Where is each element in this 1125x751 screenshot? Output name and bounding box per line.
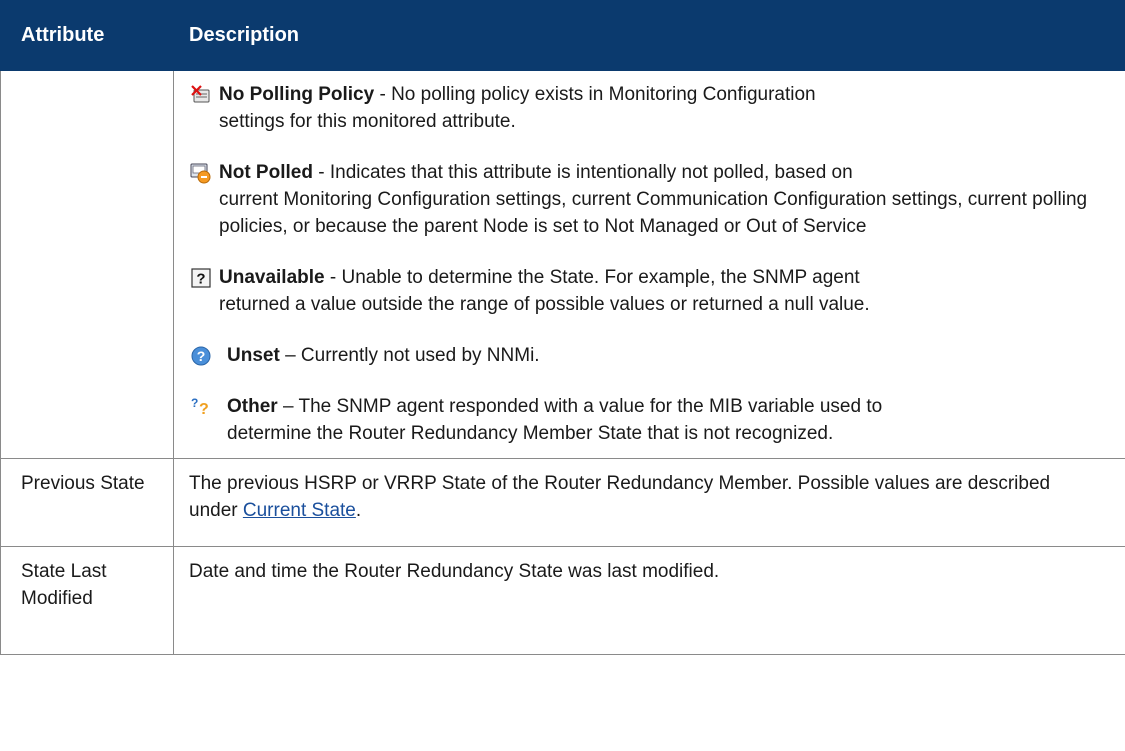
attribute-state-last-modified: State Last Modified — [0, 546, 174, 655]
state-text: Unset – Currently not used by NNMi. — [227, 342, 1097, 369]
table-row-previous-state: Previous State The previous HSRP or VRRP… — [0, 458, 1125, 547]
state-name: Other — [227, 396, 278, 417]
state-item-unavailable: ? Unavailable - Unable to determine the … — [189, 264, 1097, 318]
state-description: The SNMP agent responded with a value fo… — [298, 396, 883, 417]
state-description-continued: current Monitoring Configuration setting… — [219, 189, 1088, 237]
state-item-not-polled: Not Polled - Indicates that this attribu… — [189, 159, 1097, 240]
state-name: Unset — [227, 345, 280, 366]
state-name: Not Polled — [219, 162, 313, 183]
state-description-continued: settings for this monitored attribute. — [219, 111, 516, 132]
description-previous-state: The previous HSRP or VRRP State of the R… — [173, 458, 1125, 547]
header-description: Description — [173, 0, 1125, 71]
not-polled-icon — [189, 161, 213, 185]
description-state-last-modified: Date and time the Router Redundancy Stat… — [173, 546, 1125, 655]
current-state-link[interactable]: Current State — [243, 500, 356, 521]
state-separator: - — [312, 162, 330, 183]
state-name: Unavailable — [219, 267, 325, 288]
state-item-unset: ? Unset – Currently not used by NNMi. — [189, 342, 1097, 369]
state-separator: – — [279, 345, 301, 366]
table-row-state-last-modified: State Last Modified Date and time the Ro… — [0, 546, 1125, 655]
state-values-cell: No Polling Policy - No polling policy ex… — [173, 70, 1125, 459]
state-item-other: ? ? Other – The SNMP agent responded wit… — [189, 393, 1097, 447]
state-text: Unavailable - Unable to determine the St… — [219, 264, 1097, 318]
other-icon: ? ? — [189, 395, 213, 419]
attribute-previous-state: Previous State — [0, 458, 174, 547]
svg-text:?: ? — [199, 401, 209, 417]
state-description-continued: returned a value outside the range of po… — [219, 294, 870, 315]
state-description: Currently not used by NNMi. — [300, 345, 540, 366]
svg-text:?: ? — [197, 348, 206, 364]
state-description: Indicates that this attribute is intenti… — [329, 162, 853, 183]
state-text: Other – The SNMP agent responded with a … — [227, 393, 1097, 447]
description-suffix: . — [355, 500, 362, 521]
state-separator: - — [374, 84, 392, 105]
svg-text:?: ? — [191, 397, 198, 410]
state-separator: - — [324, 267, 342, 288]
state-item-no-polling-policy: No Polling Policy - No polling policy ex… — [189, 81, 1097, 135]
table-header-row: Attribute Description — [0, 0, 1125, 71]
attribute-cell-empty — [0, 70, 174, 459]
table-row-current-state-values: No Polling Policy - No polling policy ex… — [0, 70, 1125, 459]
state-text: Not Polled - Indicates that this attribu… — [219, 159, 1097, 240]
state-description: Unable to determine the State. For examp… — [341, 267, 860, 288]
state-text: No Polling Policy - No polling policy ex… — [219, 81, 1097, 135]
header-attribute: Attribute — [0, 0, 174, 71]
state-description: No polling policy exists in Monitoring C… — [391, 84, 816, 105]
unset-icon: ? — [189, 344, 213, 368]
no-polling-policy-icon — [189, 83, 213, 107]
unavailable-icon: ? — [189, 266, 213, 290]
state-separator: – — [277, 396, 299, 417]
state-description-continued: determine the Router Redundancy Member S… — [227, 423, 834, 444]
svg-text:?: ? — [196, 271, 205, 288]
attributes-table: Attribute Description No Polling Policy … — [0, 0, 1125, 655]
state-name: No Polling Policy — [219, 84, 375, 105]
